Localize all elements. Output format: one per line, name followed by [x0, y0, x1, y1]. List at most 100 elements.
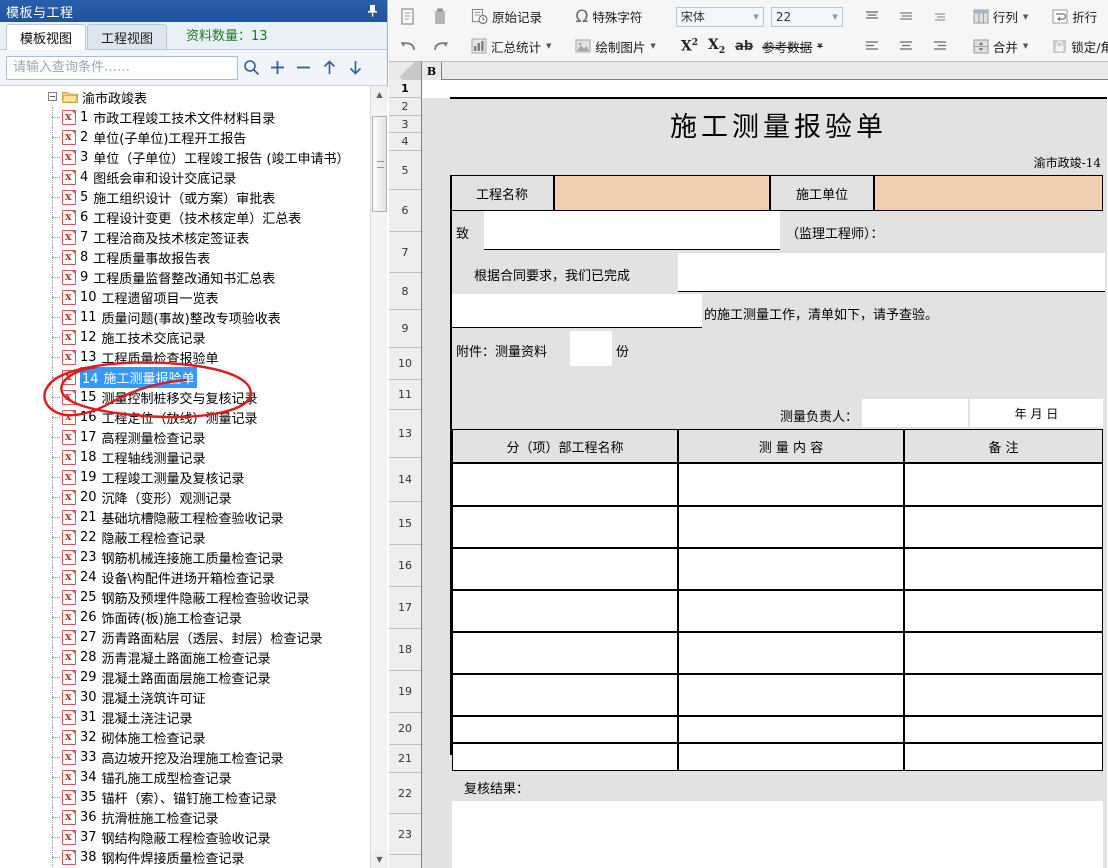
original-record-button[interactable]: 原始记录 [467, 4, 546, 30]
add-icon[interactable] [264, 55, 290, 81]
row-header-1[interactable]: 1 [389, 80, 421, 98]
table-cell-r7-c3[interactable] [904, 716, 1103, 743]
tree-item[interactable]: 37钢结构隐蔽工程检查验收记录 [0, 827, 368, 847]
table-cell-r1-c2[interactable] [678, 463, 904, 506]
to-value-field[interactable] [484, 211, 780, 250]
align-middle-right-icon[interactable] [927, 7, 953, 27]
table-cell-r6-c3[interactable] [904, 674, 1103, 716]
copy-icon[interactable] [429, 5, 451, 29]
row-header-17[interactable]: 17 [389, 587, 421, 629]
tree-item[interactable]: 27沥青路面粘层（透层、封层）检查记录 [0, 627, 368, 647]
chevron-down-icon[interactable]: ▼ [832, 13, 837, 21]
superscript-button[interactable]: X2 [676, 38, 703, 55]
row-header-20[interactable]: 20 [389, 713, 421, 745]
tree-item[interactable]: 29混凝土路面面层施工检查记录 [0, 667, 368, 687]
tab-project-view[interactable]: 工程视图 [87, 24, 168, 49]
table-cell-r7-c1[interactable] [452, 716, 678, 743]
chevron-down-icon[interactable]: ▼ [817, 42, 822, 50]
table-cell-r7-c2[interactable] [678, 716, 904, 743]
tree-item[interactable]: 35锚杆（索）、锚钉施工检查记录 [0, 787, 368, 807]
remove-icon[interactable] [290, 55, 316, 81]
row-header-16[interactable]: 16 [389, 545, 421, 587]
tree-item[interactable]: 25钢筋及预埋件隐蔽工程检查验收记录 [0, 587, 368, 607]
tree-item[interactable]: 18工程轴线测量记录 [0, 447, 368, 467]
search-icon[interactable] [238, 55, 264, 81]
table-cell-r8-c1[interactable] [452, 743, 678, 771]
pin-icon[interactable] [366, 4, 379, 18]
row-header-22[interactable]: 22 [389, 773, 421, 814]
align-left-icon[interactable] [859, 36, 885, 56]
tree-item[interactable]: 9工程质量监督整改通知书汇总表 [0, 267, 368, 287]
tree-item[interactable]: 38钢构件焊接质量检查记录 [0, 847, 368, 867]
sheet-surface[interactable]: 施工测量报验单 渝市政竣-14 工程名称 施工单位致 （监理工程师）： 根据合同要求，我们… [422, 80, 1108, 868]
table-cell-r2-c1[interactable] [452, 506, 678, 548]
strikethrough-button[interactable]: ab [730, 39, 758, 54]
row-header-7[interactable]: 7 [389, 232, 421, 273]
lock-button[interactable]: 锁定/角 [1048, 33, 1108, 59]
tree-item[interactable]: 21基础坑槽隐蔽工程检查验收记录 [0, 507, 368, 527]
date-field[interactable]: 年 月 日 [970, 399, 1103, 427]
scroll-up-arrow-icon[interactable]: ▲ [371, 86, 388, 103]
tree-item[interactable]: 14施工测量报验单 [0, 366, 368, 388]
tree-item[interactable]: 31混凝土浇注记录 [0, 707, 368, 727]
tree-item[interactable]: 33高边坡开挖及治理施工检查记录 [0, 747, 368, 767]
tree-item[interactable]: 22隐蔽工程检查记录 [0, 527, 368, 547]
tree-item[interactable]: 23钢筋机械连接施工质量检查记录 [0, 547, 368, 567]
tree-item[interactable]: 19工程竣工测量及复核记录 [0, 467, 368, 487]
tree-item[interactable]: 6工程设计变更（技术核定单）汇总表 [0, 207, 368, 227]
draw-picture-button[interactable]: 绘制图片 ▼ [571, 33, 659, 59]
column-header-B[interactable]: B [422, 62, 442, 80]
tree-item[interactable]: 20沉降（变形）观测记录 [0, 487, 368, 507]
wrap-text-button[interactable]: 折行 [1048, 4, 1101, 30]
search-input[interactable] [6, 55, 238, 80]
special-char-button[interactable]: Ω 特殊字符 [571, 4, 646, 30]
undo-icon[interactable] [397, 34, 419, 58]
table-cell-r5-c2[interactable] [678, 632, 904, 674]
table-cell-r1-c1[interactable] [452, 463, 678, 506]
tree-item[interactable]: 1市政工程竣工技术文件材料目录 [0, 107, 368, 127]
merge-button[interactable]: 合并 ▼ [969, 33, 1032, 59]
table-cell-r8-c3[interactable] [904, 743, 1103, 771]
project-name-value[interactable] [554, 175, 770, 211]
row-header-3[interactable]: 3 [389, 116, 421, 133]
row-header-18[interactable]: 18 [389, 629, 421, 671]
table-cell-r8-c2[interactable] [678, 743, 904, 771]
redo-icon[interactable] [429, 34, 451, 58]
tree-item[interactable]: 32砌体施工检查记录 [0, 727, 368, 747]
tree-item[interactable]: 11质量问题(事故)整改专项验收表 [0, 307, 368, 327]
tree-root-node[interactable]: − 渝市政竣表 [0, 87, 368, 107]
tree-item[interactable]: 34锚孔施工成型检查记录 [0, 767, 368, 787]
review-result-area[interactable] [452, 801, 1103, 868]
table-cell-r6-c2[interactable] [678, 674, 904, 716]
tree-item[interactable]: 30混凝土浇筑许可证 [0, 687, 368, 707]
row-header-9[interactable]: 9 [389, 310, 421, 348]
paste-icon[interactable] [397, 5, 419, 29]
tree-item[interactable]: 36抗滑桩施工检查记录 [0, 807, 368, 827]
row-header-19[interactable]: 19 [389, 671, 421, 713]
table-cell-r2-c3[interactable] [904, 506, 1103, 548]
row-header-6[interactable]: 6 [389, 190, 421, 232]
align-center-icon[interactable] [893, 36, 919, 56]
collapse-toggle-icon[interactable]: − [48, 92, 57, 101]
table-cell-r4-c1[interactable] [452, 590, 678, 632]
tree-item[interactable]: 16工程定位（放线）测量记录 [0, 407, 368, 427]
tree-item[interactable]: 24设备\构配件进场开箱检查记录 [0, 567, 368, 587]
move-up-icon[interactable] [316, 55, 342, 81]
row-header-5[interactable]: 5 [389, 151, 421, 190]
chevron-down-icon[interactable]: ▼ [546, 42, 551, 50]
subscript-button[interactable]: X2 [703, 37, 730, 56]
chevron-down-icon[interactable]: ▼ [650, 42, 655, 50]
table-cell-r5-c1[interactable] [452, 632, 678, 674]
tree-item[interactable]: 26饰面砖(板)施工检查记录 [0, 607, 368, 627]
align-top-right-icon[interactable] [893, 7, 919, 27]
select-all-corner[interactable] [389, 62, 422, 80]
move-down-icon[interactable] [342, 55, 368, 81]
tree-scrollbar[interactable]: ▲ ▼ [370, 86, 388, 868]
tree-item[interactable]: 10工程遗留项目一览表 [0, 287, 368, 307]
table-cell-r3-c1[interactable] [452, 548, 678, 590]
row-header-4[interactable]: 4 [389, 133, 421, 151]
align-top-center-icon[interactable] [859, 7, 885, 27]
row-header-14[interactable]: 14 [389, 458, 421, 502]
tree-item[interactable]: 5施工组织设计（或方案）审批表 [0, 187, 368, 207]
tree-item[interactable]: 28沥青混凝土路面施工检查记录 [0, 647, 368, 667]
